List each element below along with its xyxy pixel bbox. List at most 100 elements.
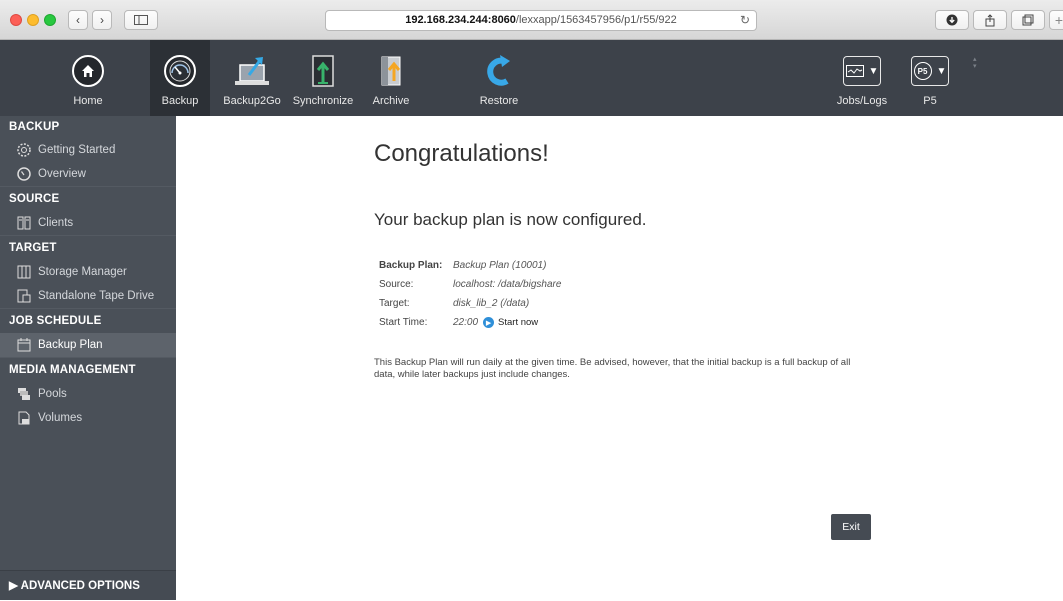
sidebar-item-label: Getting Started (38, 144, 116, 156)
plus-icon: + (1054, 12, 1063, 28)
minimize-window-button[interactable] (27, 14, 39, 26)
detail-label: Source: (379, 279, 414, 290)
sidebar-item-volumes[interactable]: Volumes (0, 406, 176, 430)
gear-wheel-icon (16, 142, 32, 158)
sidebar-item-overview[interactable]: Overview (0, 162, 176, 186)
advanced-options-label: ADVANCED OPTIONS (20, 580, 140, 592)
sidebar-item-label: Clients (38, 217, 74, 229)
client-server-icon (16, 215, 32, 231)
close-window-button[interactable] (10, 14, 22, 26)
triangle-right-icon: ▶ (9, 580, 18, 592)
page-title: Congratulations! (374, 140, 549, 167)
section-media-management: MEDIA MANAGEMENT (0, 357, 176, 382)
chevron-down-icon: ▼ (936, 65, 947, 77)
toolbar-archive[interactable]: Archive (368, 40, 414, 116)
jobs-logs-label: Jobs/Logs (836, 95, 888, 107)
toolbar-scroll-handle[interactable]: ▴ ▾ (973, 56, 977, 70)
detail-row-target: Target: disk_lib_2 (/data) (379, 294, 561, 313)
play-arrow-icon: ▶ (483, 317, 495, 328)
detail-value: localhost: /data/bigshare (453, 279, 562, 290)
section-job-schedule: JOB SCHEDULE (0, 308, 176, 333)
section-source: SOURCE (0, 186, 176, 211)
url-host: 192.168.234.244:8060 (405, 14, 516, 26)
zoom-window-button[interactable] (44, 14, 56, 26)
home-icon (72, 55, 104, 87)
schedule-note: This Backup Plan will run daily at the g… (374, 357, 851, 380)
toolbar-home-label: Home (73, 95, 103, 107)
sidebar-item-getting-started[interactable]: Getting Started (0, 138, 176, 162)
forward-button[interactable]: › (92, 10, 112, 30)
detail-value: Backup Plan (10001) (453, 260, 547, 271)
detail-label: Start Time: (379, 317, 428, 328)
sidebar-item-clients[interactable]: Clients (0, 211, 176, 235)
toolbar-home[interactable]: Home (60, 40, 116, 116)
detail-value: disk_lib_2 (/data) (453, 298, 530, 309)
app-toolbar: Home Backup Backup2Go Synchronize Archiv… (0, 40, 1063, 116)
sidebar-item-storage-manager[interactable]: Storage Manager (0, 260, 176, 284)
share-button[interactable] (973, 10, 1007, 30)
volumes-icon (16, 410, 32, 426)
jobs-logs-dropdown[interactable]: ▼ (843, 56, 881, 86)
sidebar-item-backup-plan[interactable]: Backup Plan (0, 333, 176, 357)
start-time-value: 22:00 (453, 317, 479, 328)
p5-dropdown[interactable]: P5 ▼ (911, 56, 949, 86)
gauge-icon (16, 166, 32, 182)
chevron-left-icon: ‹ (76, 13, 80, 27)
sidebar-item-label: Pools (38, 388, 67, 400)
laptop-upload-icon (233, 52, 271, 90)
toolbar-p5[interactable]: P5 ▼ P5 (903, 40, 957, 116)
chevron-right-icon: › (100, 13, 104, 27)
toolbar-restore-label: Restore (479, 95, 519, 107)
section-backup: BACKUP (9, 121, 60, 133)
detail-row-backup-plan: Backup Plan: Backup Plan (10001) (379, 256, 561, 275)
toolbar-archive-label: Archive (372, 95, 410, 107)
download-button[interactable] (935, 10, 969, 30)
archive-arrow-icon (372, 52, 410, 90)
chevron-down-icon: ▼ (868, 65, 879, 77)
sidebar-icon (134, 15, 148, 25)
tabs-icon (1022, 14, 1034, 26)
main-content: Congratulations! Your backup plan is now… (176, 116, 1063, 600)
sidebar-item-label: Overview (38, 168, 86, 180)
detail-value-wrap: 22:00 ▶ Start now (453, 317, 538, 328)
address-bar[interactable]: 192.168.234.244:8060/lexxapp/1563457956/… (325, 10, 757, 31)
toolbar-backup-label: Backup (161, 95, 199, 107)
sidebar: BACKUP Getting Started Overview SOURCE C… (0, 116, 176, 600)
browser-toolbar: ‹ › 192.168.234.244:8060/lexxapp/1563457… (0, 0, 1063, 40)
new-tab-button[interactable]: + (1049, 10, 1063, 30)
sidebar-item-label: Volumes (38, 412, 83, 424)
p5-label: P5 (923, 95, 937, 107)
toolbar-backup[interactable]: Backup (150, 40, 210, 116)
sidebar-toggle-button[interactable] (124, 10, 158, 30)
toolbar-restore[interactable]: Restore (476, 40, 522, 116)
restore-arrow-icon (480, 52, 518, 90)
back-button[interactable]: ‹ (68, 10, 88, 30)
storage-icon (16, 264, 32, 280)
p5-logo-icon: P5 (913, 62, 932, 80)
sidebar-item-pools[interactable]: Pools (0, 382, 176, 406)
toolbar-backup2go[interactable]: Backup2Go (223, 40, 281, 116)
pools-icon (16, 386, 32, 402)
sidebar-item-label: Standalone Tape Drive (38, 290, 155, 302)
tabs-button[interactable] (1011, 10, 1045, 30)
sidebar-item-standalone-tape-drive[interactable]: Standalone Tape Drive (0, 284, 176, 308)
tape-drive-icon (16, 288, 32, 304)
calendar-plan-icon (16, 337, 32, 353)
plan-details: Backup Plan: Backup Plan (10001) Source:… (379, 256, 561, 332)
toolbar-synchronize[interactable]: Synchronize (292, 40, 354, 116)
reload-icon[interactable]: ↻ (740, 11, 750, 30)
speedometer-icon (164, 55, 196, 87)
sidebar-item-label: Backup Plan (38, 339, 103, 351)
start-now-link[interactable]: ▶ Start now (483, 317, 538, 328)
detail-row-start-time: Start Time: 22:00 ▶ Start now (379, 313, 561, 332)
share-icon (985, 13, 995, 26)
advanced-options-toggle[interactable]: ▶ ADVANCED OPTIONS (0, 570, 176, 600)
toolbar-synchronize-label: Synchronize (292, 95, 354, 107)
url-path: /lexxapp/1563457956/p1/r55/922 (515, 14, 677, 26)
detail-label: Target: (379, 298, 410, 309)
start-now-label: Start now (498, 317, 539, 328)
toolbar-jobs-logs[interactable]: ▼ Jobs/Logs (835, 40, 889, 116)
detail-label: Backup Plan: (379, 260, 443, 271)
activity-chart-icon (845, 65, 864, 77)
exit-button[interactable]: Exit (831, 514, 871, 540)
